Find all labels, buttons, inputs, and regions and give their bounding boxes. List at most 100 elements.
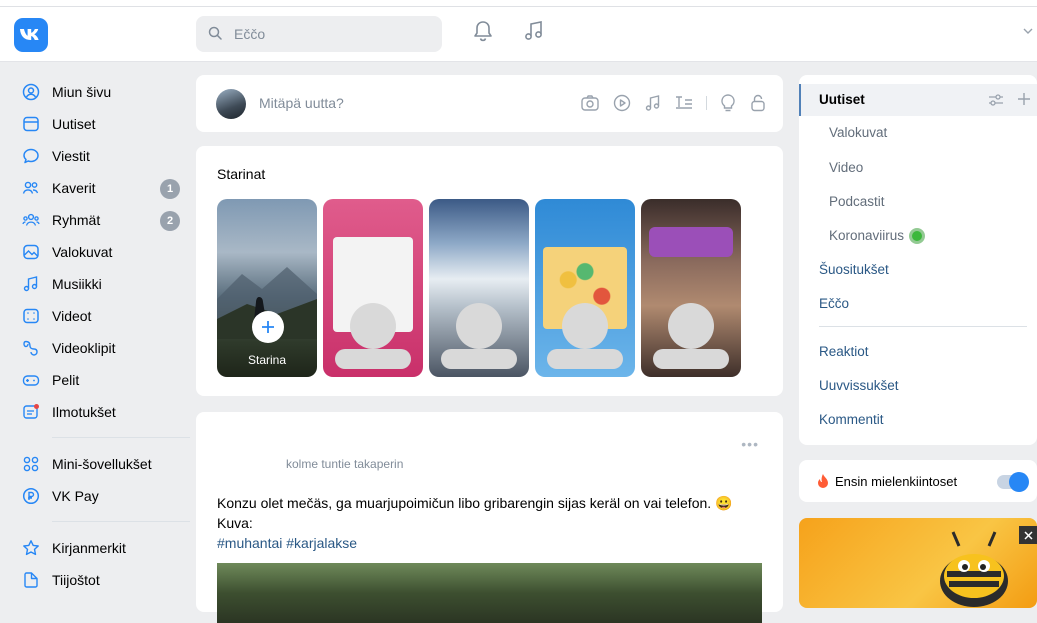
bee-mascot-image	[940, 531, 1008, 607]
sidebar-item-label: Ilmotukšet	[52, 404, 116, 420]
camera-icon[interactable]	[580, 94, 600, 112]
post-composer: Mitäpä uutta?	[196, 75, 783, 132]
ad-banner[interactable]	[799, 518, 1037, 608]
menu-subitem-coronavirus[interactable]: Koronaviirus	[829, 228, 923, 243]
sidebar-item-vkpay[interactable]: VK Pay	[14, 482, 184, 510]
bell-icon[interactable]	[472, 19, 494, 43]
story-card[interactable]	[641, 199, 741, 377]
sidebar-item-label: Miun šivu	[52, 84, 112, 100]
story-card[interactable]	[323, 199, 423, 377]
sidebar-item-videos[interactable]: Videot	[14, 302, 184, 330]
sidebar-item-photos[interactable]: Valokuvat	[14, 238, 184, 266]
menu-link-search[interactable]: Eččo	[819, 296, 849, 311]
lock-icon[interactable]	[749, 93, 767, 113]
vk-logo[interactable]	[14, 18, 48, 52]
interesting-first-label: Ensin mielenkiintoset	[835, 474, 958, 489]
sidebar-item-label: Videoklipit	[52, 340, 116, 356]
menu-link-comments[interactable]: Kommentit	[819, 412, 884, 427]
avatar[interactable]	[216, 89, 246, 119]
stories-title: Starinat	[217, 166, 266, 182]
music-icon[interactable]	[644, 93, 662, 113]
top-divider	[0, 6, 1037, 7]
menu-divider	[819, 326, 1027, 327]
add-story-button[interactable]	[252, 311, 284, 343]
story-card[interactable]	[429, 199, 529, 377]
feed-post: ••• kolme tuntie takaperin Konzu olet me…	[196, 412, 783, 623]
post-photo[interactable]	[217, 563, 762, 623]
story-sticker	[649, 227, 733, 257]
composer-toolbar	[568, 93, 767, 113]
friends-icon	[20, 177, 42, 199]
files-icon	[20, 569, 42, 591]
sidebar-item-label: Kirjanmerkit	[52, 540, 126, 556]
virus-icon	[912, 231, 923, 242]
post-input[interactable]: Mitäpä uutta?	[259, 95, 344, 111]
story-author-name	[547, 349, 623, 369]
sidebar-item-label: Musiikki	[52, 276, 102, 292]
post-hashtags[interactable]: #muhantai #karjalakse	[217, 533, 767, 553]
video-play-icon[interactable]	[612, 93, 632, 113]
lightbulb-icon[interactable]	[719, 93, 737, 113]
plus-icon[interactable]	[1017, 92, 1031, 106]
plus-icon	[262, 321, 274, 333]
sidebar-divider	[52, 521, 190, 522]
menu-link-updates[interactable]: Uuvvissukšet	[819, 378, 899, 393]
sidebar-item-messages[interactable]: Viestit	[14, 142, 184, 170]
menu-link-recommendations[interactable]: Šuositukšet	[819, 262, 889, 277]
user-circle-icon	[20, 81, 42, 103]
menu-subitem-label: Koronaviirus	[829, 228, 905, 243]
story-author-name	[441, 349, 517, 369]
sidebar-item-groups[interactable]: Ryhmät 2	[14, 206, 184, 234]
story-card[interactable]	[535, 199, 635, 377]
story-author-name	[335, 349, 411, 369]
sidebar-item-mini-apps[interactable]: Mini-šovellukšet	[14, 450, 184, 478]
sidebar-item-bookmarks[interactable]: Kirjanmerkit	[14, 534, 184, 562]
fire-icon	[818, 474, 828, 488]
interesting-first-toggle[interactable]	[997, 472, 1029, 492]
menu-subitem-photos[interactable]: Valokuvat	[829, 125, 887, 140]
search-icon	[208, 26, 222, 40]
post-more-button[interactable]: •••	[741, 436, 759, 452]
search-box[interactable]: Eččo	[196, 16, 442, 52]
music-icon[interactable]	[524, 19, 544, 43]
search-input[interactable]: Eččo	[234, 26, 265, 42]
menu-subitem-podcasts[interactable]: Podcastit	[829, 194, 885, 209]
sidebar-item-files[interactable]: Tiijoštot	[14, 566, 184, 594]
sidebar-item-clips[interactable]: Videoklipit	[14, 334, 184, 362]
menu-subitem-video[interactable]: Video	[829, 160, 863, 175]
stories-block: Starinat Starina	[196, 146, 783, 396]
sidebar-item-ads[interactable]: Ilmotukšet	[14, 398, 184, 426]
newspaper-icon	[20, 113, 42, 135]
add-story-label: Starina	[247, 353, 287, 367]
sidebar-item-news[interactable]: Uutiset	[14, 110, 184, 138]
toggle-knob	[1009, 472, 1029, 492]
article-icon[interactable]	[674, 94, 694, 112]
sidebar-item-label: Viestit	[52, 148, 90, 164]
add-story-card[interactable]: Starina	[217, 199, 317, 377]
filter-settings-icon[interactable]	[988, 93, 1004, 107]
sidebar-item-label: Valokuvat	[52, 244, 113, 260]
news-filter-menu: Uutiset Valokuvat Video Podcastit Korona…	[799, 75, 1037, 445]
story-author-avatar	[350, 303, 396, 349]
sidebar-item-label: Pelit	[52, 372, 80, 388]
sidebar-item-label: Videot	[52, 308, 92, 324]
sidebar-item-music[interactable]: Musiikki	[14, 270, 184, 298]
ads-icon	[20, 401, 42, 423]
music-icon	[20, 273, 42, 295]
sidebar-item-label: Ryhmät	[52, 212, 101, 228]
post-timestamp[interactable]: kolme tuntie takaperin	[286, 457, 403, 471]
chevron-down-icon[interactable]	[1023, 28, 1033, 34]
menu-item-news[interactable]: Uutiset	[799, 84, 1037, 116]
photo-icon	[20, 241, 42, 263]
sidebar-item-friends[interactable]: Kaverit 1	[14, 174, 184, 202]
sidebar-item-my-page[interactable]: Miun šivu	[14, 78, 184, 106]
menu-item-label: Uutiset	[819, 92, 865, 107]
sidebar-item-label: Kaverit	[52, 180, 96, 196]
groups-icon	[20, 209, 42, 231]
sidebar-item-games[interactable]: Pelit	[14, 366, 184, 394]
star-icon	[20, 537, 42, 559]
close-ad-button[interactable]	[1019, 526, 1037, 544]
interesting-first-toggle-card: Ensin mielenkiintoset	[799, 460, 1037, 502]
clips-icon	[20, 337, 42, 359]
menu-link-reactions[interactable]: Reaktiot	[819, 344, 869, 359]
